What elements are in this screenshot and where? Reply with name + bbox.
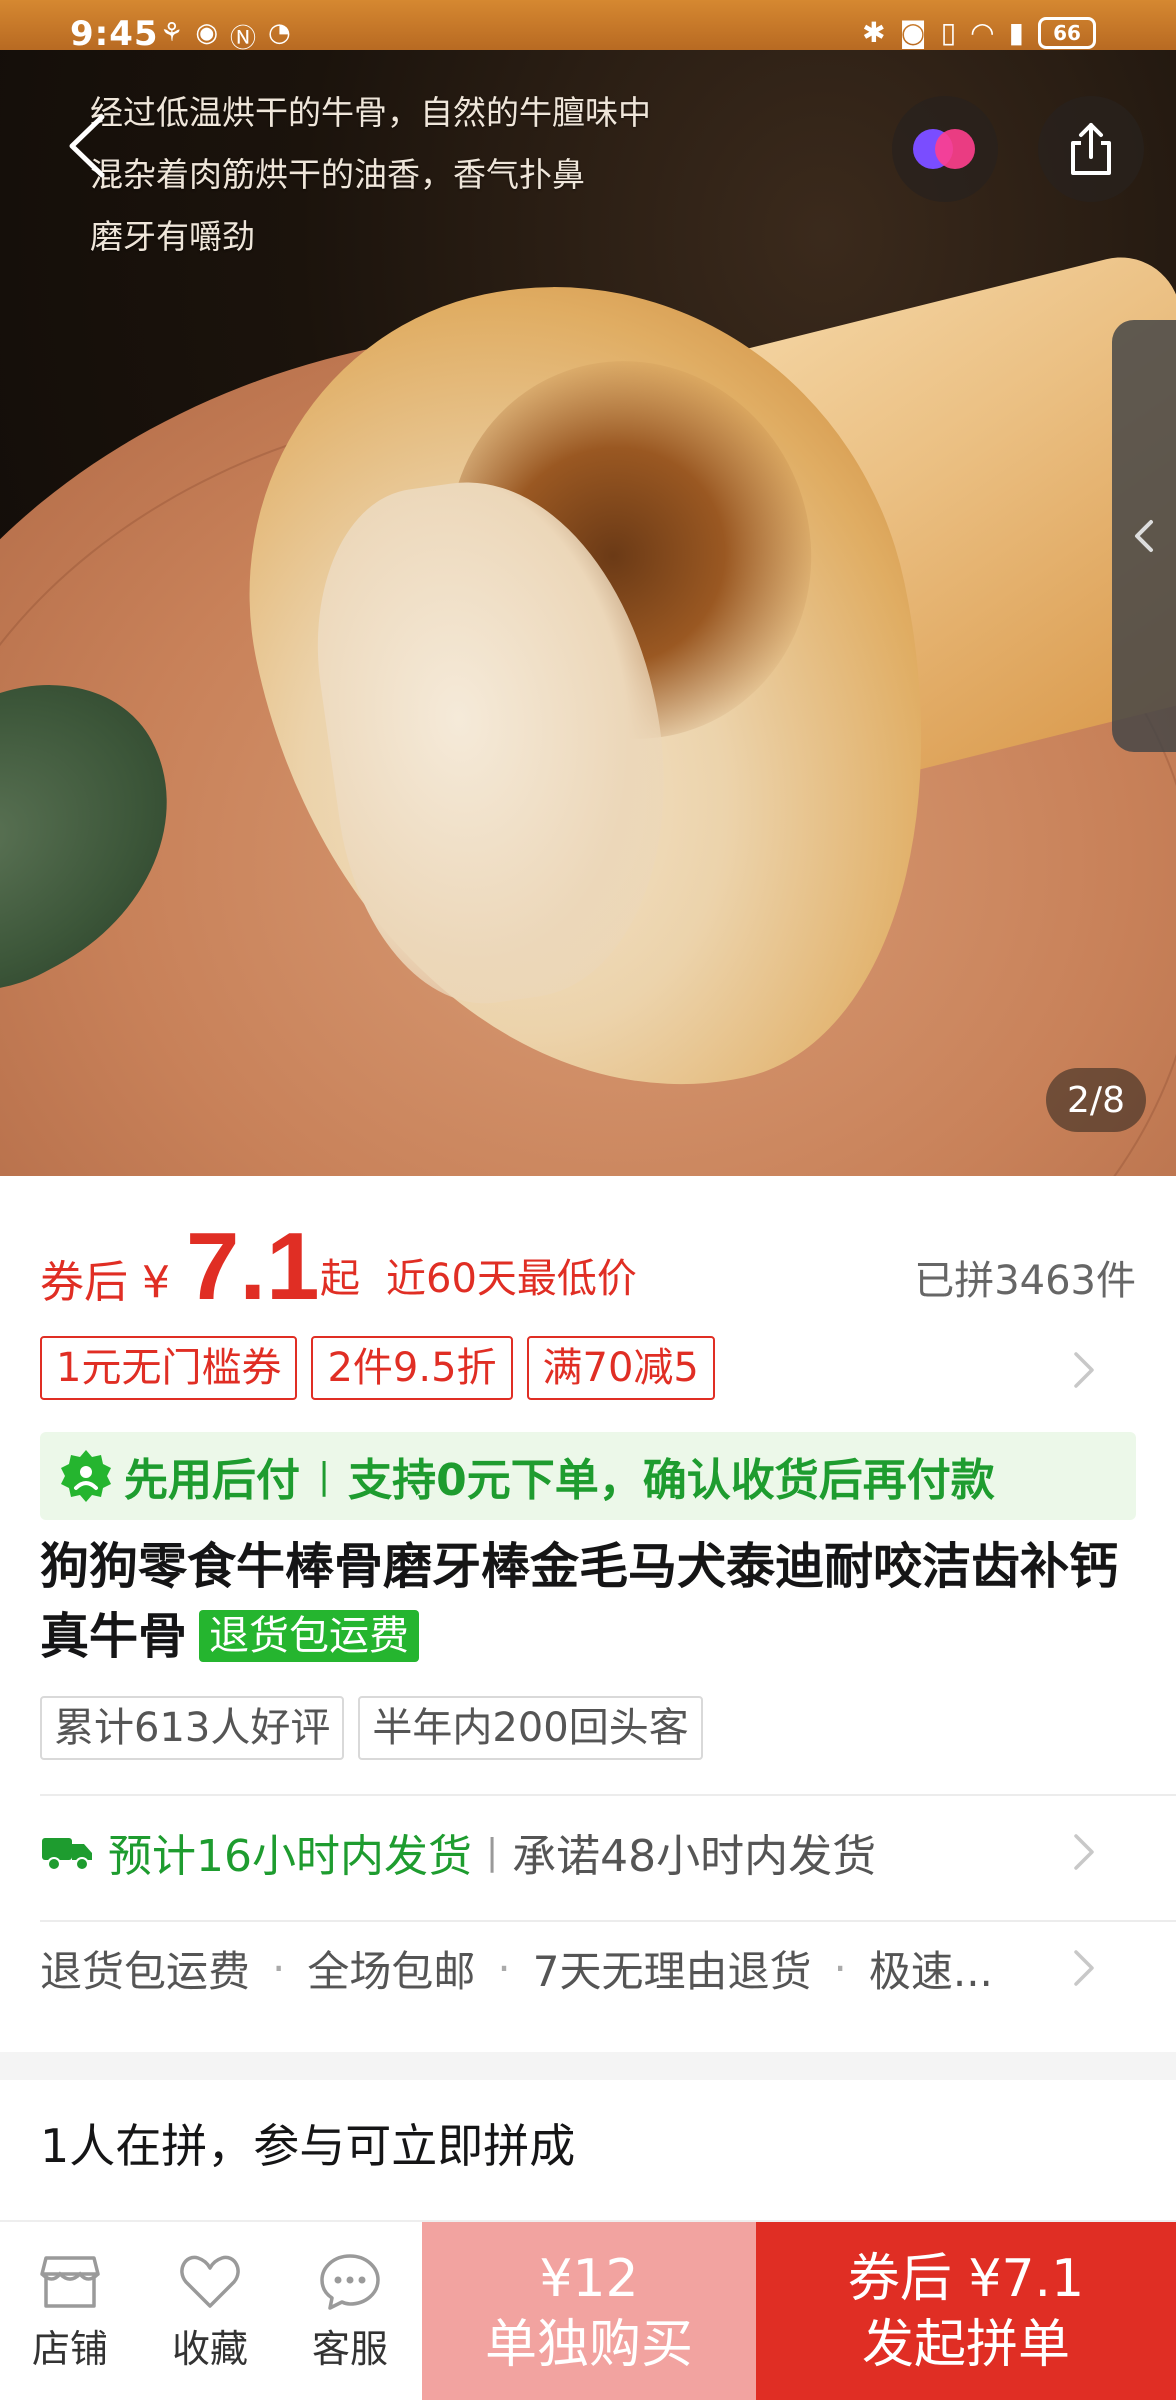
service-dot: · bbox=[272, 1943, 286, 1993]
pay-later-divider: | bbox=[318, 1455, 331, 1497]
service-row[interactable]: 退货包运费 · 全场包邮 · 7天无理由退货 · 极速... bbox=[40, 1918, 1136, 2018]
shipping-row[interactable]: 预计16小时内发货 | 承诺48小时内发货 bbox=[40, 1796, 1136, 1908]
alarm-icon: ◔ bbox=[268, 18, 291, 48]
service-item: 极速... bbox=[868, 1946, 993, 1996]
group-label: 发起拼单 bbox=[861, 2315, 1070, 2375]
price-suffix: 起 bbox=[320, 1256, 360, 1302]
ai-assistant-icon bbox=[913, 129, 975, 169]
back-arrow-icon bbox=[69, 114, 105, 178]
pay-later-label: 先用后付 bbox=[124, 1455, 300, 1506]
battery-icon: 66 bbox=[1038, 16, 1096, 49]
status-left-icons: ⚘ ◉ Ⓝ ◔ bbox=[160, 18, 291, 55]
group-buy-title: 1人在拼，参与可立即拼成 bbox=[40, 2119, 576, 2173]
customer-service-button[interactable]: 客服 bbox=[280, 2222, 420, 2400]
product-info-card: 券后 ¥ 7.1 起 近60天最低价 已拼3463件 1元无门槛券 2件9.5折… bbox=[0, 1176, 1176, 2052]
pay-later-banner[interactable]: 先用后付 | 支持0元下单，确认收货后再付款 bbox=[40, 1432, 1136, 1520]
image-page-indicator: 2/8 bbox=[1046, 1068, 1146, 1132]
status-right-icons: ✱ ◙ ▯ ◠ ▮ 66 bbox=[862, 16, 1096, 49]
lowest-price-note: 近60天最低价 bbox=[386, 1256, 637, 1302]
truck-icon bbox=[42, 1838, 92, 1871]
product-title-block: 狗狗零食牛棒骨磨牙棒金毛马犬泰迪耐咬洁齿补钙真牛骨 退货包运费 bbox=[40, 1532, 1136, 1672]
chevron-right-icon[interactable] bbox=[1072, 1350, 1096, 1390]
product-image-carousel[interactable]: 经过低温烘干的牛骨，自然的牛膻味中 混杂着肉筋烘干的油香，香气扑鼻 磨牙有嚼劲 bbox=[0, 0, 1176, 1176]
caption-line: 经过低温烘干的牛骨，自然的牛膻味中 bbox=[90, 93, 651, 132]
camera-icon: ◙ bbox=[899, 16, 927, 49]
signal-icon: ▮ bbox=[1008, 16, 1024, 49]
service-item: 7天无理由退货 bbox=[532, 1946, 812, 1996]
caption-line: 混杂着肉筋烘干的油香，香气扑鼻 bbox=[90, 155, 585, 194]
service-item: 全场包邮 bbox=[307, 1946, 476, 1996]
product-page: 经过低温烘干的牛骨，自然的牛膻味中 混杂着肉筋烘干的油香，香气扑鼻 磨牙有嚼劲 … bbox=[0, 0, 1176, 2400]
review-tags[interactable]: 累计613人好评 半年内200回头客 bbox=[40, 1696, 703, 1760]
wifi-icon: ◠ bbox=[970, 16, 995, 49]
buy-single-button[interactable]: ¥12 单独购买 bbox=[422, 2222, 756, 2400]
nfc-icon: Ⓝ bbox=[230, 24, 257, 54]
customer-service-label: 客服 bbox=[311, 2326, 388, 2371]
shipping-estimate: 预计16小时内发货 bbox=[108, 1831, 472, 1882]
collapse-chevron-icon bbox=[1135, 520, 1153, 552]
bottom-action-bar: 店铺 收藏 客服 ¥12 单独购买 券后 ¥7.1 发起拼单 bbox=[0, 2220, 1176, 2400]
sold-count: 已拼3463件 bbox=[914, 1258, 1136, 1304]
group-price: 券后 ¥7.1 bbox=[847, 2249, 1085, 2309]
start-group-buy-button[interactable]: 券后 ¥7.1 发起拼单 bbox=[756, 2222, 1176, 2400]
favorite-button[interactable]: 收藏 bbox=[140, 2222, 280, 2400]
review-tag[interactable]: 累计613人好评 bbox=[40, 1696, 345, 1760]
weibo-icon: ◉ bbox=[195, 18, 218, 48]
coupon-tag[interactable]: 1元无门槛券 bbox=[40, 1336, 298, 1400]
status-bar: 9:45 ⚘ ◉ Ⓝ ◔ ✱ ◙ ▯ ◠ ▮ 66 bbox=[0, 0, 1176, 70]
store-icon bbox=[40, 2255, 100, 2308]
shipping-separator: | bbox=[486, 1831, 499, 1873]
service-item: 退货包运费 bbox=[40, 1946, 251, 1996]
coupons-row[interactable]: 1元无门槛券 2件9.5折 满70减5 bbox=[40, 1336, 1136, 1400]
heart-icon bbox=[180, 2255, 240, 2308]
service-dot: · bbox=[833, 1943, 847, 1993]
share-button[interactable] bbox=[1038, 96, 1144, 202]
chat-icon bbox=[320, 2253, 380, 2310]
coupon-tag[interactable]: 2件9.5折 bbox=[311, 1336, 513, 1400]
single-label: 单独购买 bbox=[484, 2315, 693, 2375]
favorite-label: 收藏 bbox=[171, 2326, 248, 2371]
vibrate-icon: ▯ bbox=[940, 16, 957, 49]
coupon-tag[interactable]: 满70减5 bbox=[526, 1336, 715, 1400]
side-panel-tab[interactable] bbox=[1112, 320, 1176, 752]
share-icon bbox=[1071, 123, 1111, 175]
store-button[interactable]: 店铺 bbox=[0, 2222, 140, 2400]
status-time: 9:45 bbox=[70, 14, 159, 54]
pay-later-badge-icon bbox=[61, 1450, 111, 1502]
single-price: ¥12 bbox=[539, 2249, 639, 2309]
caption-line: 磨牙有嚼劲 bbox=[90, 217, 255, 256]
price-value: 7.1 bbox=[186, 1213, 320, 1320]
bluetooth-icon: ✱ bbox=[862, 16, 886, 49]
chevron-right-icon[interactable] bbox=[1072, 1948, 1096, 1988]
notification-icon: ⚘ bbox=[160, 18, 184, 48]
price-prefix: 券后 ¥ bbox=[40, 1257, 170, 1308]
service-dot: · bbox=[497, 1943, 511, 1993]
review-tag[interactable]: 半年内200回头客 bbox=[358, 1696, 703, 1760]
shipping-promise: 承诺48小时内发货 bbox=[512, 1831, 877, 1882]
image-caption: 经过低温烘干的牛骨，自然的牛膻味中 混杂着肉筋烘干的油香，香气扑鼻 磨牙有嚼劲 bbox=[90, 82, 651, 268]
return-shipping-badge: 退货包运费 bbox=[199, 1610, 420, 1662]
price-row: 券后 ¥ 7.1 起 近60天最低价 已拼3463件 bbox=[40, 1213, 1136, 1320]
chevron-right-icon[interactable] bbox=[1072, 1832, 1096, 1872]
back-button[interactable] bbox=[46, 106, 126, 186]
pay-later-text: 支持0元下单，确认收货后再付款 bbox=[348, 1455, 995, 1506]
store-label: 店铺 bbox=[31, 2326, 108, 2371]
ai-assistant-button[interactable] bbox=[892, 96, 998, 202]
